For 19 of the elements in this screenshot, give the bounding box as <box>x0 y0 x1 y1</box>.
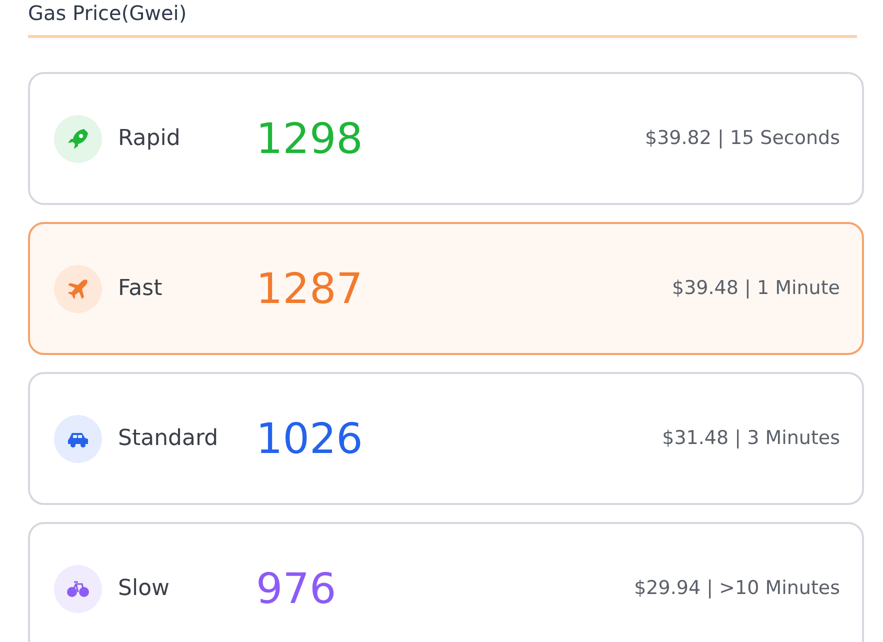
plane-icon <box>66 276 90 300</box>
cost-and-time: $29.94 | >10 Minutes <box>634 576 840 602</box>
rocket-icon <box>66 126 90 150</box>
cost-and-time: $31.48 | 3 Minutes <box>662 426 840 452</box>
gas-price-value: 1287 <box>256 263 363 315</box>
option-label: Standard <box>118 425 220 453</box>
gas-option-card[interactable]: Slow 976 $29.94 | >10 Minutes <box>28 522 864 642</box>
option-label: Slow <box>118 575 171 603</box>
gas-option-card[interactable]: Rapid 1298 $39.82 | 15 Seconds <box>28 72 864 205</box>
gas-option-card[interactable]: Standard 1026 $31.48 | 3 Minutes <box>28 372 864 505</box>
gas-price-value: 1298 <box>256 113 363 165</box>
option-label: Fast <box>118 275 164 303</box>
gas-price-value: 976 <box>256 563 336 615</box>
cost-and-time: $39.48 | 1 Minute <box>672 276 840 302</box>
option-label: Rapid <box>118 125 182 153</box>
gas-option-card[interactable]: Fast 1287 $39.48 | 1 Minute <box>28 222 864 355</box>
gas-price-value: 1026 <box>256 413 363 465</box>
section-title: Gas Price(Gwei) <box>28 1 188 25</box>
cost-and-time: $39.82 | 15 Seconds <box>644 126 840 152</box>
